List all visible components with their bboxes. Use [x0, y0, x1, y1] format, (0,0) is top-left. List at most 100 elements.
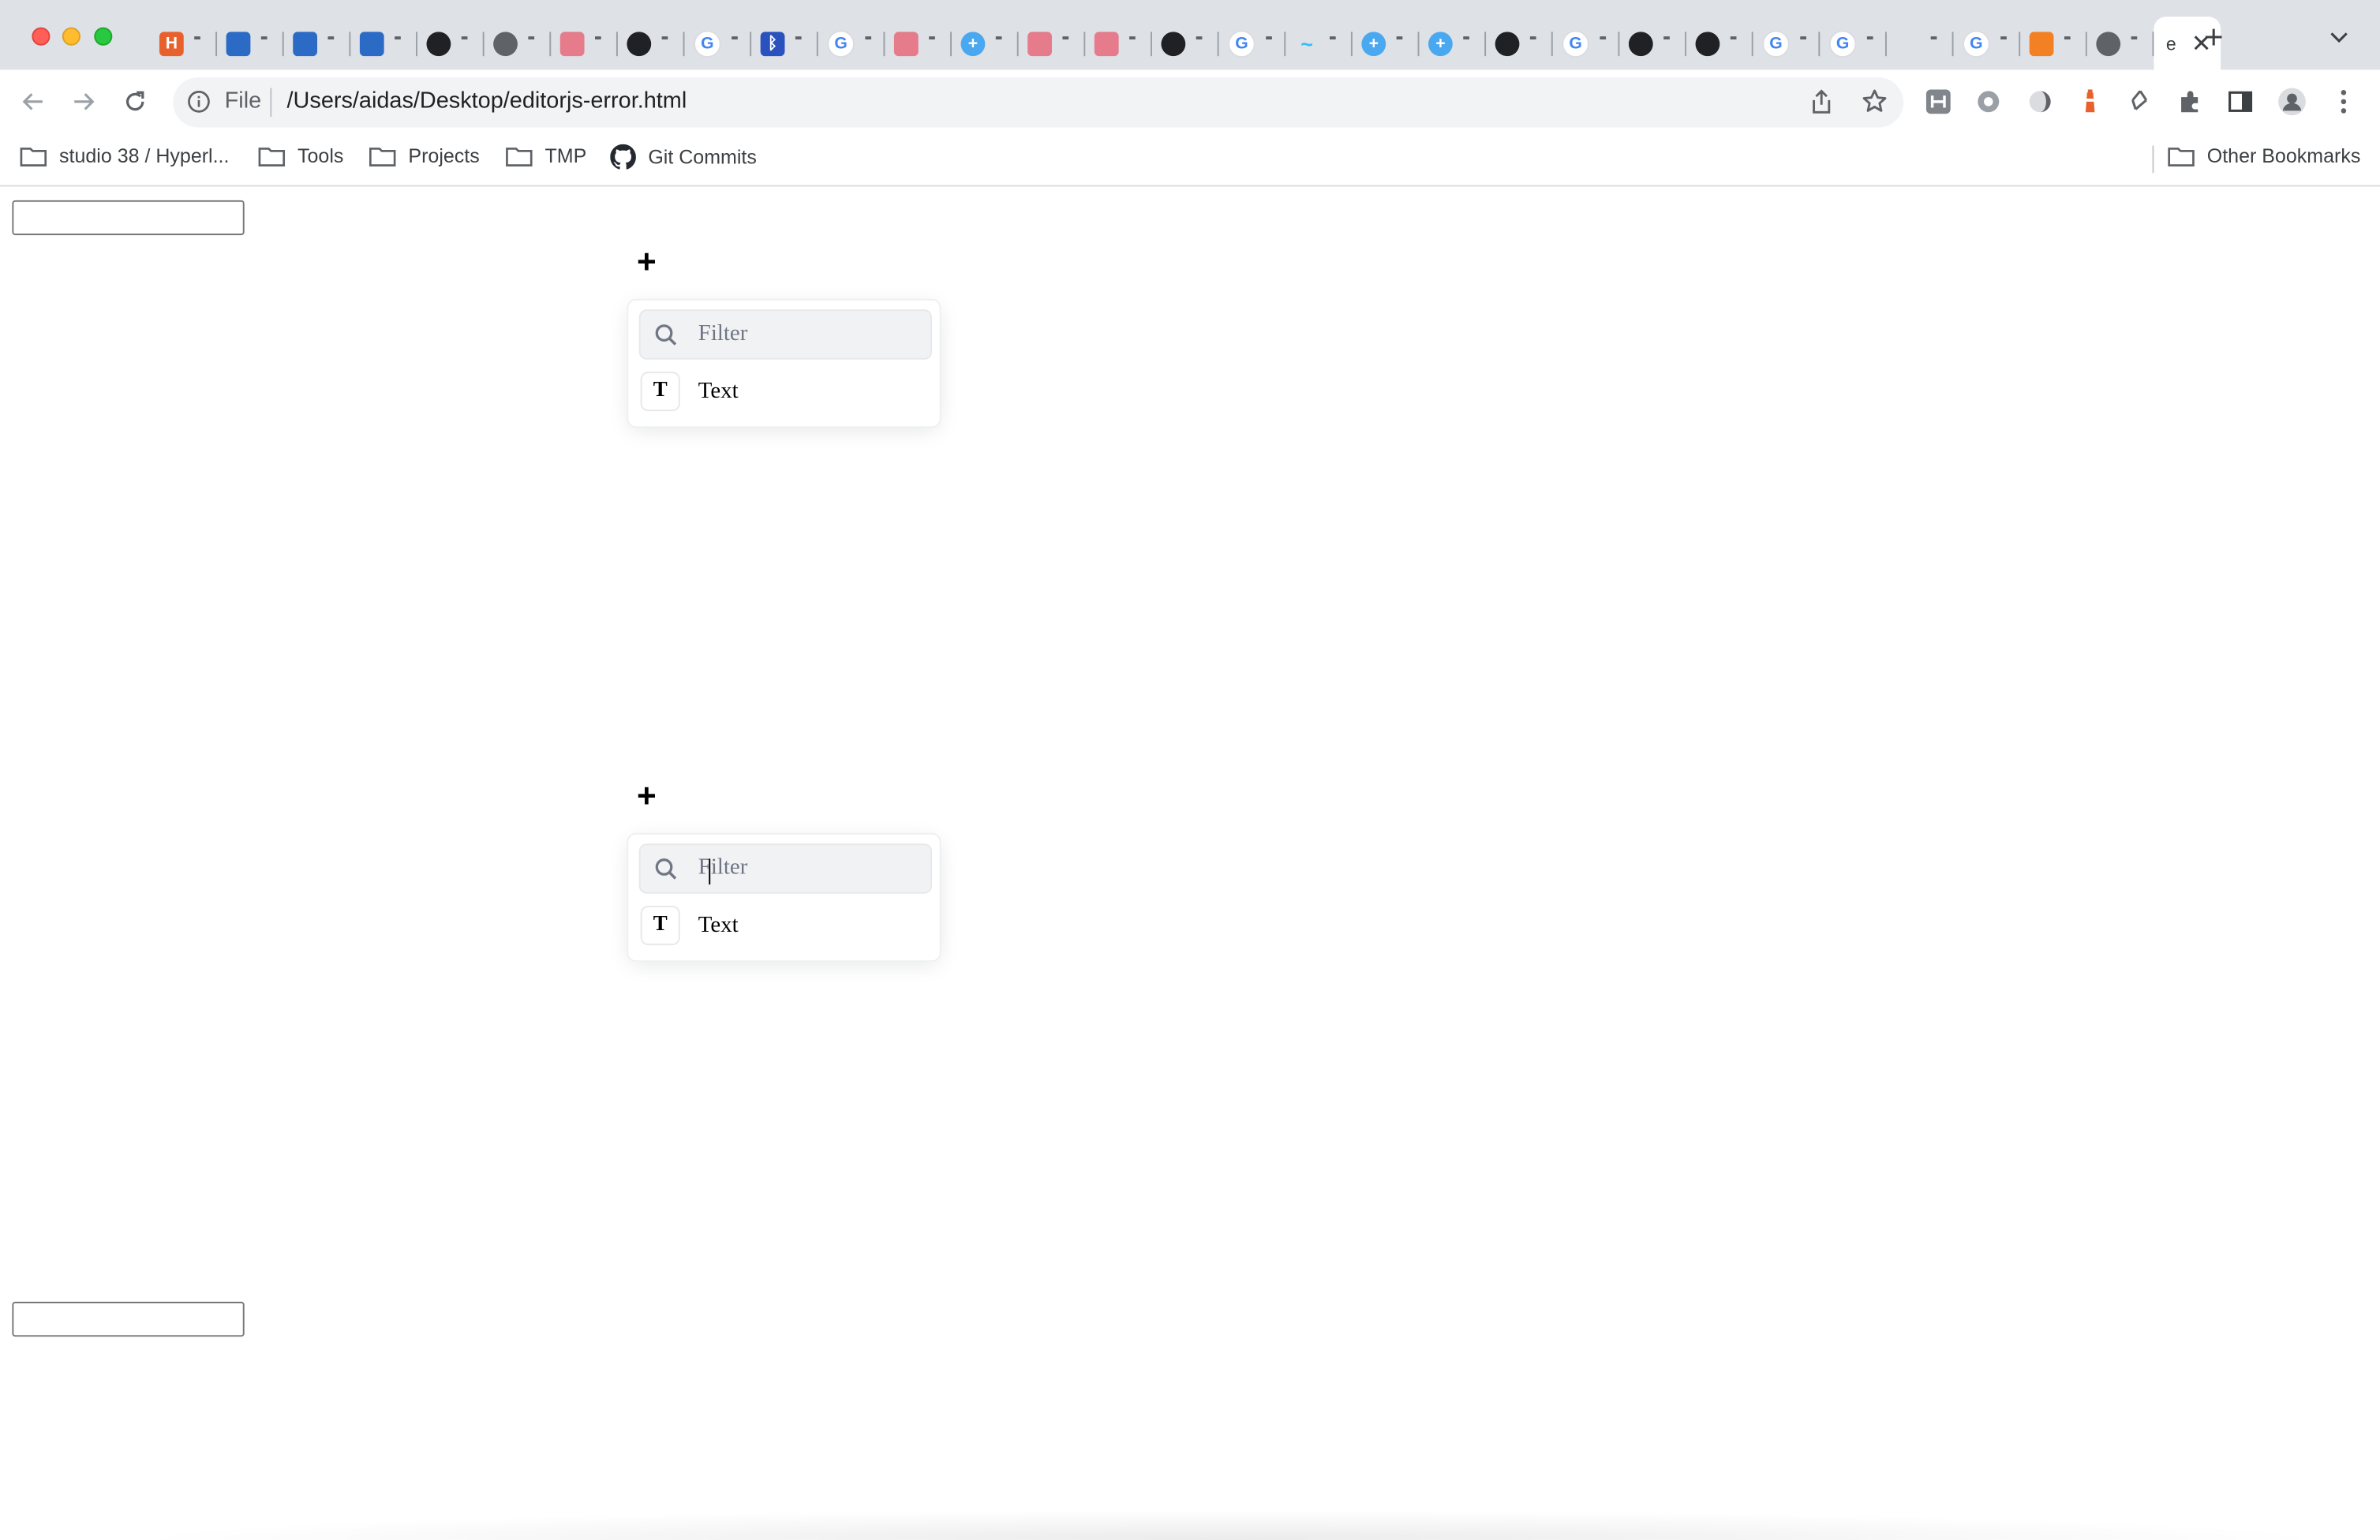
bookmark-label: Git Commits [648, 145, 757, 169]
filter-input[interactable] [698, 852, 919, 885]
browser-tab[interactable] [284, 17, 351, 69]
plus-circle-icon: + [1361, 31, 1386, 56]
lighthouse-extension-icon[interactable] [2075, 87, 2105, 117]
profile-avatar-icon[interactable] [2277, 87, 2307, 117]
tab-title-fragment [595, 36, 601, 39]
toolbox-item-text[interactable]: T Text [640, 370, 929, 413]
browser-tab[interactable] [1152, 17, 1219, 69]
tab-search-chevron-icon[interactable] [2330, 24, 2348, 49]
app-icon [1027, 31, 1052, 56]
tab-title-fragment [2064, 36, 2071, 39]
browser-tab[interactable]: + [1353, 17, 1420, 69]
tab-title-fragment [194, 36, 200, 39]
browser-tab[interactable] [350, 17, 417, 69]
toolbox-item-label: Text [698, 912, 739, 937]
bookmark-git-commits[interactable]: Git Commits [610, 144, 757, 170]
address-bar[interactable]: File /Users/aidas/Desktop/editorjs-error… [173, 77, 1904, 128]
url-text[interactable]: /Users/aidas/Desktop/editorjs-error.html [287, 88, 687, 114]
google-icon: G [694, 29, 721, 58]
browser-tab[interactable]: G [1820, 17, 1887, 69]
tab-list: H G ᛒ G + G ~ + + G G G Ge ✕ [150, 17, 2221, 70]
reload-icon[interactable] [117, 84, 153, 120]
filter-input[interactable] [698, 318, 919, 351]
browser-tab[interactable] [885, 17, 952, 69]
tab-title-fragment [461, 36, 468, 39]
tab-title-fragment [1663, 36, 1670, 39]
bluetooth-icon: ᛒ [760, 31, 785, 56]
browser-tab[interactable] [1019, 17, 1086, 69]
recycle-extension-icon[interactable] [2125, 87, 2155, 117]
browser-tab[interactable] [618, 17, 685, 69]
bookmark-star-icon[interactable] [1861, 88, 1888, 123]
browser-tab[interactable]: G [1553, 17, 1620, 69]
google-icon: G [1228, 29, 1255, 58]
dark-reader-extension-icon[interactable] [2025, 87, 2055, 117]
browser-tab[interactable] [1619, 17, 1687, 69]
bottom-text-input[interactable] [12, 1302, 245, 1337]
browser-tab[interactable] [485, 17, 552, 69]
browser-tab[interactable] [2020, 17, 2087, 69]
browser-tab[interactable] [417, 17, 485, 69]
other-bookmarks-folder[interactable]: Other Bookmarks [2168, 144, 2360, 167]
tab-title-fragment [1062, 36, 1069, 39]
toolbox-item-text[interactable]: T Text [640, 904, 929, 947]
folder-icon [258, 147, 286, 166]
browser-menu-icon[interactable] [2329, 87, 2359, 117]
toolbox-item-label: Text [698, 378, 739, 403]
settings-extension-icon[interactable] [1974, 87, 2004, 117]
browser-tab[interactable] [2087, 17, 2154, 69]
tab-title-fragment [2000, 36, 2007, 39]
tab-title-fragment [1329, 36, 1336, 39]
bookmark-folder-studio[interactable]: studio 38 / Hyperl... [20, 144, 229, 167]
google-icon: G [1562, 29, 1589, 58]
new-tab-button[interactable]: + [2204, 21, 2224, 54]
bookmark-folder-projects[interactable]: Projects [369, 144, 480, 167]
window-close-button[interactable] [32, 27, 51, 46]
top-text-input[interactable] [12, 200, 245, 236]
browser-tab[interactable]: G [684, 17, 752, 69]
browser-tab[interactable]: G [818, 17, 885, 69]
folder-icon [506, 147, 533, 166]
bookmark-folder-tools[interactable]: Tools [258, 144, 343, 167]
browser-tab[interactable]: + [952, 17, 1019, 69]
bookmarks-bar: studio 38 / Hyperl... Tools Projects TMP… [0, 133, 2380, 187]
browser-tab[interactable]: ~ [1285, 17, 1353, 69]
extensions-puzzle-icon[interactable] [2175, 87, 2205, 117]
bookmark-label: Tools [298, 144, 344, 167]
browser-tab[interactable]: G [1954, 17, 2021, 69]
back-arrow-icon[interactable] [15, 84, 51, 120]
browser-tab[interactable]: ᛒ [751, 17, 818, 69]
forward-arrow-icon[interactable] [65, 84, 102, 120]
globe-icon [493, 31, 518, 56]
site-info-icon[interactable] [187, 89, 211, 121]
tab-title-fragment [995, 36, 1002, 39]
add-block-plus-button[interactable]: + [631, 245, 661, 278]
browser-tab[interactable]: + [1419, 17, 1487, 69]
browser-tab[interactable] [551, 17, 618, 69]
tab-title-fragment [929, 36, 935, 39]
bookmark-label: TMP [544, 144, 587, 167]
google-icon: G [1828, 29, 1857, 58]
add-block-plus-button[interactable]: + [631, 779, 661, 813]
browser-tab[interactable] [1887, 17, 1954, 69]
browser-tab[interactable] [1085, 17, 1152, 69]
browser-tab[interactable]: H [150, 17, 218, 69]
tab-title-fragment [260, 36, 268, 39]
browser-tab[interactable] [1686, 17, 1753, 69]
side-panel-icon[interactable] [2225, 87, 2255, 117]
bookmark-folder-tmp[interactable]: TMP [506, 144, 587, 167]
google-icon: G [1963, 29, 1990, 58]
browser-tab[interactable] [217, 17, 284, 69]
window-bottom-shadow [121, 1509, 2338, 1540]
toolbox-search [638, 309, 933, 360]
tab-title-fragment [395, 36, 401, 39]
plus-circle-icon: + [960, 31, 986, 56]
browser-tab[interactable]: G [1753, 17, 1821, 69]
window-minimize-button[interactable] [62, 27, 80, 46]
hyperlane-extension-icon[interactable] [1923, 87, 1953, 117]
browser-tab[interactable]: G [1219, 17, 1286, 69]
app-icon [893, 31, 919, 56]
window-zoom-button[interactable] [94, 27, 113, 46]
share-icon[interactable] [1809, 88, 1834, 123]
browser-tab[interactable] [1486, 17, 1553, 69]
